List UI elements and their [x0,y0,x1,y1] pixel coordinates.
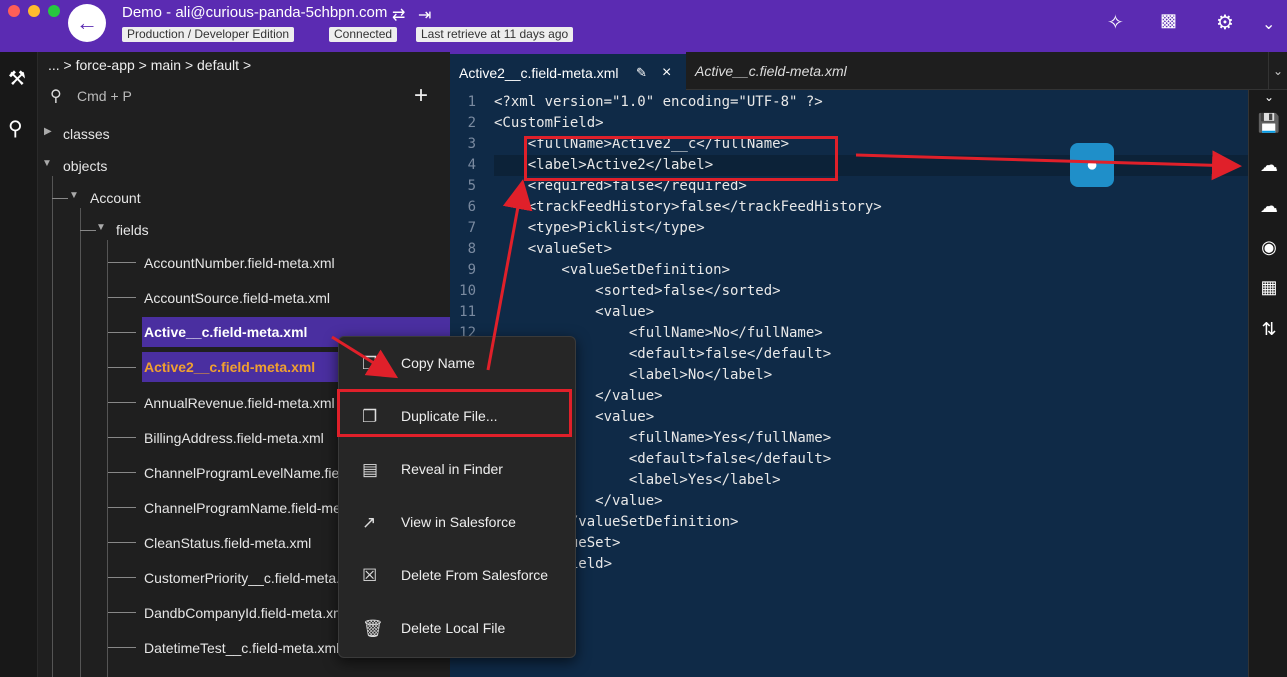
code-line[interactable]: <valueSetDefinition> [494,262,730,278]
line-number: 3 [467,136,476,152]
deploy-icon[interactable]: ☁ [1257,155,1281,179]
search-input[interactable]: Cmd + P [77,88,132,104]
activity-bar: ⚒ ⚲ [0,52,38,677]
collapse-chevron-icon[interactable]: ▼ [42,158,52,169]
tree-folder-classes[interactable]: classes [63,126,110,142]
tools-icon[interactable]: ⚒ [8,66,26,91]
tab-active2[interactable]: Active2__c.field-meta.xml ✎ × [450,52,686,90]
assistant-icon[interactable]: ● [1070,143,1114,187]
terminal-icon[interactable]: ▩ [1160,10,1177,31]
save-icon[interactable]: 💾 [1257,113,1281,137]
switch-org-icon[interactable]: ⇄ [392,5,405,25]
tree-file[interactable]: DandbCompanyId.field-meta.xml [144,605,348,621]
menu-item-delete-from-salesforce[interactable]: ☒ Delete From Salesforce [339,550,577,603]
line-number: 7 [467,220,476,236]
compare-icon[interactable]: ⇅ [1257,319,1281,343]
line-number: 5 [467,178,476,194]
chevron-down-icon[interactable]: ⌄ [1262,14,1275,34]
title-bar: ← Demo - ali@curious-panda-5chbpn.com ⇄ … [0,0,1287,52]
code-line[interactable]: <trackFeedHistory>false</trackFeedHistor… [494,199,882,215]
gear-icon[interactable]: ⚙ [1216,10,1234,35]
line-number: 2 [467,115,476,131]
retrieve-icon[interactable]: ☁ [1257,196,1281,220]
menu-item-delete-local-file[interactable]: 🗑 Delete Local File [339,603,577,656]
reveal-icon: ▤ [362,460,379,479]
line-number: 6 [467,199,476,215]
zoom-window-button[interactable] [48,5,60,17]
status-badge-connection: Connected [329,27,398,42]
code-line[interactable]: <valueSet> [494,241,612,257]
logout-icon[interactable]: ⇥ [418,5,431,25]
tree-folder-account[interactable]: Account [90,190,141,206]
close-window-button[interactable] [8,5,20,17]
tab-label: Active2__c.field-meta.xml [459,65,619,81]
pencil-icon: ✎ [636,65,647,80]
minimize-window-button[interactable] [28,5,40,17]
code-line[interactable]: <type>Picklist</type> [494,220,705,236]
expand-chevron-icon[interactable]: ▶ [44,126,52,137]
context-menu: ❐ Copy Name ❐ Duplicate File... ▤ Reveal… [338,336,576,658]
chevron-down-icon[interactable]: ⌄ [1257,90,1281,114]
back-button[interactable]: ← [68,4,106,42]
tree-file[interactable]: DatetimeTest__c.field-meta.xml [144,640,339,656]
close-tab-icon[interactable]: × [662,54,671,92]
external-link-icon: ↗ [362,513,377,532]
add-file-icon[interactable]: + [414,82,428,110]
line-number: 4 [467,157,476,173]
tabs-overflow-chevron-icon[interactable]: ⌄ [1268,52,1287,90]
tree-file[interactable]: BillingAddress.field-meta.xml [144,430,324,446]
line-number: 11 [459,304,476,320]
code-line[interactable]: <sorted>false</sorted> [494,283,780,299]
window-title: Demo - ali@curious-panda-5chbpn.com [122,4,388,21]
tree-file[interactable]: AnnualRevenue.field-meta.xml [144,395,335,411]
tab-active[interactable]: Active__c.field-meta.xml [686,52,856,90]
vscode-icon[interactable]: ✧ [1107,10,1124,35]
right-toolbar: ⌄ 💾 ☁ ☁ ◉ ▦ ⇅ [1248,90,1287,677]
line-number: 10 [459,283,476,299]
annotation-highlight-code [524,136,838,181]
new-file-icon[interactable]: ▦ [1257,277,1281,301]
editor-tabs: Active2__c.field-meta.xml ✎ × Active__c.… [450,52,1287,90]
code-line[interactable]: <CustomField> [494,115,604,131]
tree-file[interactable]: AccountSource.field-meta.xml [144,290,330,306]
tree-folder-fields[interactable]: fields [116,222,149,238]
tab-label: Active__c.field-meta.xml [695,63,847,79]
status-badge-retrieve: Last retrieve at 11 days ago [416,27,574,42]
line-number: 8 [467,241,476,257]
line-number: 1 [467,94,476,110]
preview-icon[interactable]: ◉ [1257,237,1281,261]
collapse-chevron-icon[interactable]: ▼ [96,222,106,233]
status-badge-edition: Production / Developer Edition [122,27,295,42]
menu-item-reveal-in-finder[interactable]: ▤ Reveal in Finder [339,444,577,497]
tree-folder-objects[interactable]: objects [63,158,107,174]
search-icon: ⚲ [50,88,62,105]
collapse-chevron-icon[interactable]: ▼ [69,190,79,201]
breadcrumb: ... > force-app > main > default > [48,57,252,73]
tree-file[interactable]: CleanStatus.field-meta.xml [144,535,311,551]
delete-remote-icon: ☒ [362,566,378,585]
file-search: ⚲ Cmd + P + [38,82,450,112]
menu-item-view-in-salesforce[interactable]: ↗ View in Salesforce [339,497,577,550]
tree-file[interactable]: CustomerPriority__c.field-meta.xml [144,570,362,586]
tree-file[interactable]: AccountNumber.field-meta.xml [144,255,335,271]
line-number: 9 [467,262,476,278]
trash-icon: 🗑 [362,619,384,638]
copy-icon: ❐ [362,354,378,373]
search-icon[interactable]: ⚲ [8,116,23,141]
annotation-highlight-duplicate [337,389,572,437]
code-line[interactable]: <value> [494,304,654,320]
menu-item-copy-name[interactable]: ❐ Copy Name [339,338,577,391]
code-line[interactable]: <?xml version="1.0" encoding="UTF-8" ?> [494,94,823,110]
